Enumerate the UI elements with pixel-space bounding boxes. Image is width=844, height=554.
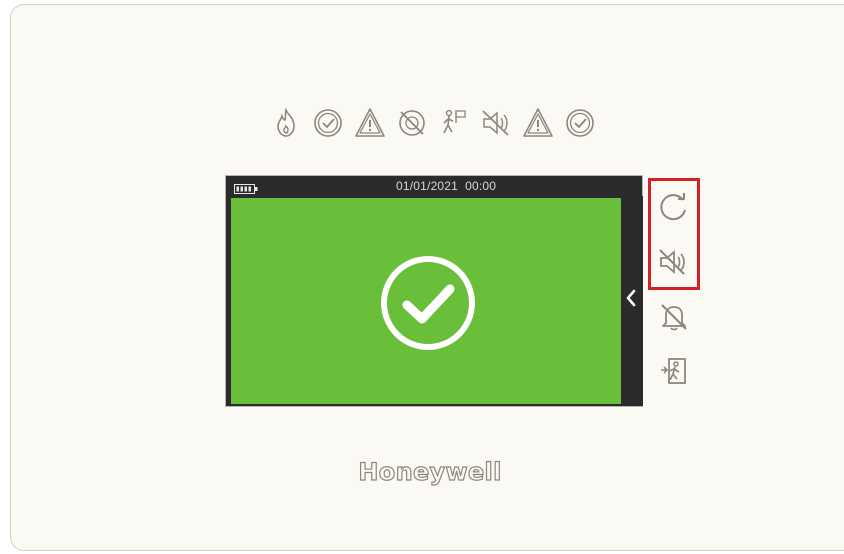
warning-icon — [522, 105, 554, 141]
ok-check-icon — [312, 105, 344, 141]
sounders-silenced-icon — [480, 105, 512, 141]
side-button-column — [648, 178, 704, 398]
silence-sounders-icon[interactable] — [656, 244, 692, 280]
fire-icon — [270, 105, 302, 141]
chevron-left-icon[interactable] — [623, 286, 639, 310]
date-time-display: 01/01/2021 00:00 — [396, 179, 497, 193]
screen-side-strip — [621, 196, 643, 406]
system-status-area — [231, 198, 621, 404]
lcd-screen: 01/01/2021 00:00 — [225, 175, 643, 407]
screen-top-bar: 01/01/2021 00:00 — [226, 176, 642, 196]
battery-icon — [234, 181, 258, 194]
check-circle-icon — [378, 253, 478, 353]
reset-icon[interactable] — [656, 190, 692, 226]
evacuate-icon[interactable] — [656, 353, 692, 389]
power-ok-icon — [564, 105, 596, 141]
disabled-icon — [396, 105, 428, 141]
fault-warning-icon — [354, 105, 386, 141]
test-mode-icon — [438, 105, 470, 141]
brand-logo-text: Honeywell — [358, 457, 502, 486]
status-indicator-row — [270, 105, 610, 145]
silence-buzzer-icon[interactable] — [656, 298, 692, 334]
honeywell-logo: Honeywell — [330, 457, 530, 498]
